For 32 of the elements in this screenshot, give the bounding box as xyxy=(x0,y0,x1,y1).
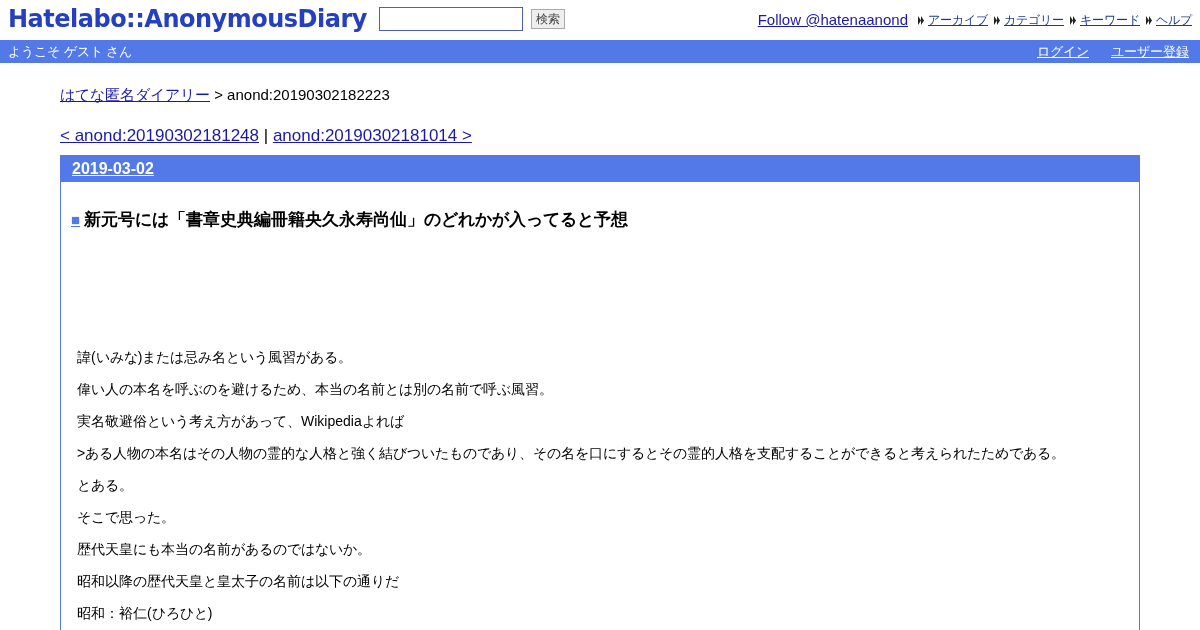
pager-separator: | xyxy=(263,125,269,145)
body-paragraph: とある。 xyxy=(77,475,134,495)
nav-link[interactable]: ヘルプ xyxy=(1156,11,1192,30)
body-paragraph: 偉い人の本名を呼ぶのを避けるため、本当の名前とは別の名前で呼ぶ風習。 xyxy=(77,379,554,399)
nav-link[interactable]: アーカイブ xyxy=(928,11,988,30)
account-link[interactable]: ユーザー登録 xyxy=(1111,41,1189,62)
breadcrumb-link[interactable]: はてな匿名ダイアリー xyxy=(60,86,210,103)
entry-bullet-link[interactable]: ■ xyxy=(71,208,81,231)
arrow-icon xyxy=(918,15,924,25)
arrow-icon xyxy=(1070,15,1076,25)
search-button[interactable]: 検索 xyxy=(530,9,565,29)
search-field[interactable] xyxy=(378,7,523,31)
breadcrumb-current: > anond:20190302182223 xyxy=(214,86,390,103)
body-paragraph: 歴代天皇にも本当の名前があるのではないか。 xyxy=(77,539,372,559)
entry-title: 新元号には「書章史典編冊籍央久永寿尚仙」のどれかが入ってると予想 xyxy=(84,209,629,231)
nav-link[interactable]: カテゴリー xyxy=(1004,11,1064,30)
body-paragraph: 昭和：裕仁(ひろひと) xyxy=(77,603,214,623)
next-entry-link[interactable]: anond:20190302181014 > xyxy=(272,125,472,145)
body-paragraph: 実名敬避俗という考え方があって、Wikipediaよれば xyxy=(77,411,405,431)
account-link[interactable]: ログイン xyxy=(1037,41,1089,62)
body-paragraph: 昭和以降の歴代天皇と皇太子の名前は以下の通りだ xyxy=(77,571,400,591)
body-paragraph: 諱(いみな)または忌み名という風習がある。 xyxy=(77,347,354,367)
body-paragraph: そこで思った。 xyxy=(77,507,176,527)
site-logo[interactable]: Hatelabo::AnonymousDiary xyxy=(8,4,367,34)
arrow-icon xyxy=(994,15,1000,25)
prev-entry-link[interactable]: < anond:20190302181248 xyxy=(60,125,259,145)
arrow-icon xyxy=(1146,15,1152,25)
entry-date[interactable]: 2019-03-02 xyxy=(72,157,154,181)
nav-link[interactable]: キーワード xyxy=(1080,11,1140,30)
body-paragraph: >ある人物の本名はその人物の霊的な人格と強く結びついたものであり、その名を口にするとその霊的人格を支配することができると考えられたためである。 xyxy=(77,443,1067,463)
welcome-text: ようこそ ゲスト さん xyxy=(8,42,133,61)
follow-link[interactable]: Follow @hatenaanond xyxy=(757,9,908,32)
